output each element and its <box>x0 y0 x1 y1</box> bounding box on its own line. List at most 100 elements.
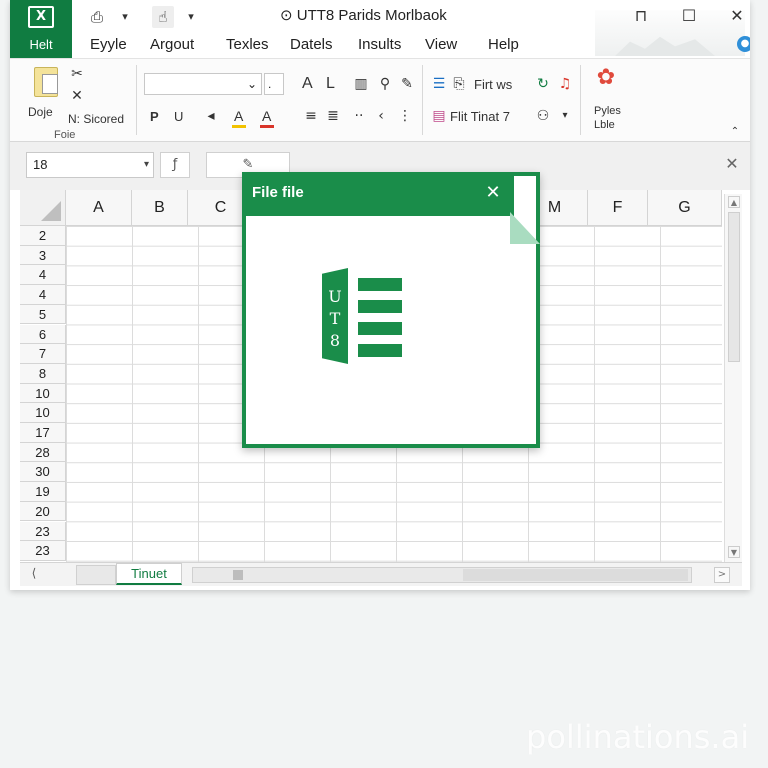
row-header[interactable]: 4 <box>20 265 66 286</box>
row-header[interactable]: 10 <box>20 383 66 404</box>
dialog-title: File file <box>252 184 304 201</box>
row-header[interactable]: 20 <box>20 501 66 522</box>
search-icon[interactable]: ⚲ <box>376 75 394 93</box>
horizontal-scroll-handle[interactable] <box>233 570 243 580</box>
increase-font-button[interactable]: A <box>302 75 313 93</box>
dropdown-icon[interactable]: ▾ <box>556 107 574 125</box>
row-header[interactable]: 17 <box>20 423 66 443</box>
minimize-button[interactable]: ⊓ <box>624 3 658 29</box>
italic-button[interactable]: U <box>174 109 183 124</box>
indent-icon[interactable]: ‹ <box>372 107 390 125</box>
align-left-icon[interactable]: ≡ <box>302 107 320 125</box>
column-header[interactable]: F <box>588 190 648 226</box>
row-header[interactable]: 4 <box>20 285 66 305</box>
row-header[interactable]: 23 <box>20 521 66 542</box>
group-separator <box>136 65 137 135</box>
row-header[interactable]: 30 <box>20 462 66 483</box>
conditional-format-icon[interactable]: ▤ <box>430 107 448 125</box>
column-header[interactable]: A <box>66 190 132 226</box>
paste-label: Doje <box>28 105 53 119</box>
list-format-icon[interactable]: ☰ <box>430 75 448 93</box>
clipboard-group-label: Foie <box>54 129 76 141</box>
sheet-tab-placeholder[interactable] <box>76 565 116 585</box>
person-icon[interactable]: ⚇ <box>534 107 552 125</box>
merge-button[interactable]: Flit Tinat 7 <box>450 109 510 124</box>
logo-text: UT8 <box>328 287 342 350</box>
watermark-text: pollinations.ai <box>526 718 750 756</box>
horizontal-scroll-thumb[interactable] <box>463 569 688 581</box>
tab-help[interactable]: Help <box>488 36 519 53</box>
list-icon[interactable]: ⋮ <box>396 107 414 125</box>
maximize-button[interactable]: ☐ <box>672 3 706 29</box>
copy-format-icon[interactable]: ⎘ <box>450 75 468 93</box>
vertical-scrollbar[interactable]: ▲ ▼ <box>724 194 742 562</box>
window-title: ⊙ UTT8 Parids Morlbaok <box>280 7 447 24</box>
column-header[interactable]: B <box>132 190 188 226</box>
draw-icon[interactable]: ✎ <box>398 75 416 93</box>
excel-logo-icon: X <box>28 6 54 28</box>
copy-icon[interactable]: ✕ <box>68 87 86 105</box>
font-name-arrow-icon: ⌄ <box>246 77 257 91</box>
select-all-corner[interactable] <box>20 190 66 226</box>
undo-dropdown-icon[interactable]: ▾ <box>114 6 136 28</box>
align-center-icon[interactable]: ≣ <box>324 107 342 125</box>
font-name-combo[interactable]: ⌄ <box>144 73 262 95</box>
row-header[interactable]: 19 <box>20 482 66 502</box>
fill-color-button[interactable]: A <box>234 108 243 124</box>
chevron-down-icon[interactable]: ▾ <box>144 153 149 177</box>
tab-argout[interactable]: Argout <box>150 36 194 53</box>
paste-icon[interactable] <box>34 67 58 97</box>
scroll-down-icon[interactable]: ▼ <box>728 546 740 558</box>
row-header[interactable]: 28 <box>20 442 66 463</box>
dialog-close-button[interactable]: ✕ <box>482 182 504 204</box>
scroll-up-icon[interactable]: ▲ <box>728 196 740 208</box>
logo-bar <box>358 322 402 335</box>
more-icon[interactable]: ·· <box>350 107 368 125</box>
refresh-icon[interactable]: ↻ <box>534 75 552 93</box>
vertical-scroll-thumb[interactable] <box>728 212 740 362</box>
tab-texles[interactable]: Texles <box>226 36 269 53</box>
globe-icon[interactable]: ● <box>737 36 750 52</box>
touch-mode-icon[interactable]: ☝ <box>152 6 174 28</box>
save-icon[interactable]: ⎙ <box>86 6 108 28</box>
border-icon[interactable]: ◂ <box>202 107 220 125</box>
horizontal-scrollbar[interactable] <box>192 567 692 583</box>
row-header[interactable]: 23 <box>20 541 66 561</box>
name-box-value: 18 <box>33 157 48 172</box>
addins-icon[interactable]: ✿ <box>594 67 618 89</box>
name-box[interactable]: 18 ▾ <box>26 152 154 178</box>
addins-label-line2: Lble <box>594 119 615 131</box>
row-header[interactable]: 8 <box>20 363 66 384</box>
row-header[interactable]: 5 <box>20 304 66 325</box>
music-icon[interactable]: ♫ <box>556 75 574 93</box>
function-icon[interactable]: ƒ <box>160 152 190 178</box>
close-window-button[interactable]: ✕ <box>720 3 750 29</box>
tab-insults[interactable]: Insults <box>358 36 401 53</box>
row-header[interactable]: 6 <box>20 324 66 345</box>
logo-bar <box>358 278 402 291</box>
column-header[interactable]: G <box>648 190 722 226</box>
row-header[interactable]: 2 <box>20 226 66 246</box>
collapse-ribbon-icon[interactable]: ⌃ <box>728 123 742 141</box>
font-color-button[interactable]: A <box>262 108 271 124</box>
row-header[interactable]: 7 <box>20 344 66 364</box>
row-header[interactable]: 10 <box>20 403 66 423</box>
file-tab[interactable]: X Helt <box>10 0 72 58</box>
tab-datels[interactable]: Datels <box>290 36 333 53</box>
ribbon-tabs: Eyyle Argout Texles Datels Insults View … <box>72 34 750 58</box>
tab-view[interactable]: View <box>425 36 457 53</box>
wrap-text-button[interactable]: Firt ws <box>474 77 512 92</box>
row-header[interactable]: 3 <box>20 245 66 266</box>
tab-eyyle[interactable]: Eyyle <box>90 36 127 53</box>
customize-qat-icon[interactable]: ▾ <box>180 6 202 28</box>
decrease-font-button[interactable]: L <box>326 75 335 93</box>
chart-icon[interactable]: ▥ <box>352 75 370 93</box>
sheet-tab-active[interactable]: Tinuet <box>116 563 182 585</box>
cut-icon[interactable]: ✂ <box>68 65 86 83</box>
font-size-combo[interactable]: . <box>264 73 284 95</box>
scroll-right-icon[interactable]: > <box>714 567 730 583</box>
close-icon[interactable]: ✕ <box>722 154 742 174</box>
bold-button[interactable]: P <box>150 109 159 124</box>
format-painter-label[interactable]: N: Sicored <box>68 112 124 126</box>
sheet-nav-icon[interactable]: ⟨ <box>24 566 44 580</box>
